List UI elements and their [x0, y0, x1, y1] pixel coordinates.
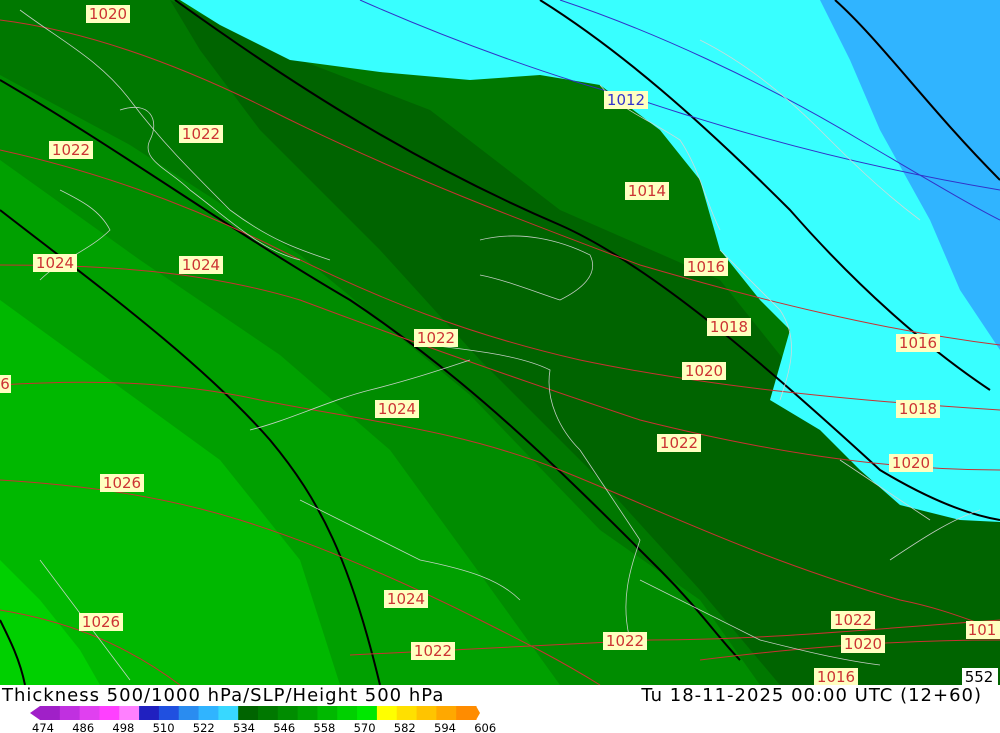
isobar-label: 1022: [411, 642, 455, 660]
isobar-label-text: 1018: [710, 318, 748, 336]
color-scale-swatch: [158, 706, 180, 720]
isobar-label-text: 1022: [414, 642, 452, 660]
color-scale-tick-label: 510: [152, 721, 175, 733]
isobar-label-text: 1022: [52, 141, 90, 159]
isobar-label-text: 1016: [687, 258, 725, 276]
color-scale-tick-label: 522: [192, 721, 215, 733]
color-scale-swatch: [238, 706, 259, 720]
color-scale-swatch: [317, 706, 338, 720]
color-scale-tick-label: 570: [353, 721, 376, 733]
isobar-label-text: 1022: [834, 611, 872, 629]
color-scale-tick-label: 534: [233, 721, 255, 733]
isobar-label: 1020: [889, 454, 933, 472]
isobar-label: 1024: [375, 400, 419, 418]
color-scale-swatch: [436, 706, 457, 720]
isobar-label: 552: [962, 668, 998, 685]
color-scale-ticks: 474 486 498 510 522 534 546 558 570 582 594 606: [0, 721, 520, 733]
color-scale-tick-label: 594: [434, 721, 456, 733]
isobar-label: 1018: [896, 400, 940, 418]
isobar-label-text: 1020: [89, 5, 127, 23]
color-scale-swatch: [40, 706, 61, 720]
isobar-label-text: 1024: [36, 254, 74, 272]
isobar-label-text: 1012: [607, 91, 645, 109]
isobar-label: 1024: [179, 256, 223, 274]
isobar-label-text: 101: [968, 621, 997, 639]
isobar-label: 1012: [604, 91, 648, 109]
color-scale-tick-label: 474: [32, 721, 54, 733]
color-scale-swatch: [357, 706, 378, 720]
isobar-label: 1020: [682, 362, 726, 380]
color-scale-tick-label: 606: [474, 721, 497, 733]
color-scale-swatch: [218, 706, 239, 720]
isobar-label: 6: [0, 375, 11, 393]
isobar-label: 1014: [625, 182, 669, 200]
color-scale-tick-label: 558: [313, 721, 336, 733]
color-scale-tick-label: 582: [393, 721, 416, 733]
isobar-label-text: 1026: [103, 474, 141, 492]
isobar-label-text: 1024: [387, 590, 425, 608]
color-scale-swatch: [297, 706, 318, 720]
isobar-label: 101: [966, 621, 1000, 639]
isobar-label: 1016: [896, 334, 940, 352]
isobar-label-text: 1022: [417, 329, 455, 347]
isobar-label-text: 1016: [817, 668, 855, 685]
isobar-label: 1018: [707, 318, 751, 336]
color-scale-swatch: [99, 706, 120, 720]
color-scale-swatch: [79, 706, 100, 720]
isobar-label: 1016: [684, 258, 728, 276]
color-scale-arrow-left: [30, 706, 40, 720]
isobar-label-text: 1020: [844, 635, 882, 653]
isobar-label-text: 1022: [606, 632, 644, 650]
color-scale-tick-label: 486: [72, 721, 95, 733]
map-title: Thickness 500/1000 hPa/SLP/Height 500 hP…: [2, 685, 445, 706]
isobar-label: 1016: [814, 668, 858, 685]
isobar-label: 1022: [179, 125, 223, 143]
isobar-label: 1022: [831, 611, 875, 629]
color-scale-swatch: [139, 706, 160, 720]
isobar-label-text: 1016: [899, 334, 937, 352]
color-scale-swatch: [258, 706, 279, 720]
color-scale-tick-label: 546: [273, 721, 296, 733]
color-scale-swatch: [198, 706, 219, 720]
color-scale-tick-label: 498: [112, 721, 135, 733]
isobar-label-text: 552: [965, 668, 994, 685]
isobar-label-text: 1014: [628, 182, 666, 200]
color-scale-swatch: [416, 706, 437, 720]
color-scale-swatch: [376, 706, 398, 720]
color-scale: [30, 706, 480, 720]
color-scale-swatch: [456, 706, 477, 720]
color-scale-swatch: [59, 706, 81, 720]
isobar-label-text: 6: [0, 375, 10, 393]
isobar-label: 1026: [100, 474, 144, 492]
isobar-label-text: 1022: [660, 434, 698, 452]
isobar-label-text: 1026: [82, 613, 120, 631]
isobar-label: 1020: [86, 5, 130, 23]
color-scale-swatch: [337, 706, 358, 720]
isobar-label: 1026: [79, 613, 123, 631]
isobar-label: 1022: [49, 141, 93, 159]
isobar-label-text: 1018: [899, 400, 937, 418]
color-scale-swatch: [178, 706, 200, 720]
isobar-label: 1022: [603, 632, 647, 650]
isobar-label: 1022: [414, 329, 458, 347]
color-scale-swatch: [396, 706, 418, 720]
map-footer: Thickness 500/1000 hPa/SLP/Height 500 hP…: [0, 685, 1000, 733]
isobar-label-text: 1020: [685, 362, 723, 380]
color-scale-swatch: [277, 706, 299, 720]
color-scale-arrow-right: [476, 706, 480, 720]
isobar-label: 1020: [841, 635, 885, 653]
isobar-label: 1024: [33, 254, 77, 272]
thickness-map: 1020 1022 1022 1024 1024 6 1026 1026 102…: [0, 0, 1000, 685]
isobar-label-text: 1022: [182, 125, 220, 143]
isobar-label: 1022: [657, 434, 701, 452]
color-scale-swatch: [119, 706, 140, 720]
weather-map-view: 1020 1022 1022 1024 1024 6 1026 1026 102…: [0, 0, 1000, 733]
isobar-label-text: 1024: [378, 400, 416, 418]
isobar-label: 1024: [384, 590, 428, 608]
isobar-label-text: 1024: [182, 256, 220, 274]
isobar-label-text: 1020: [892, 454, 930, 472]
valid-time: Tu 18-11-2025 00:00 UTC (12+60): [641, 685, 982, 706]
